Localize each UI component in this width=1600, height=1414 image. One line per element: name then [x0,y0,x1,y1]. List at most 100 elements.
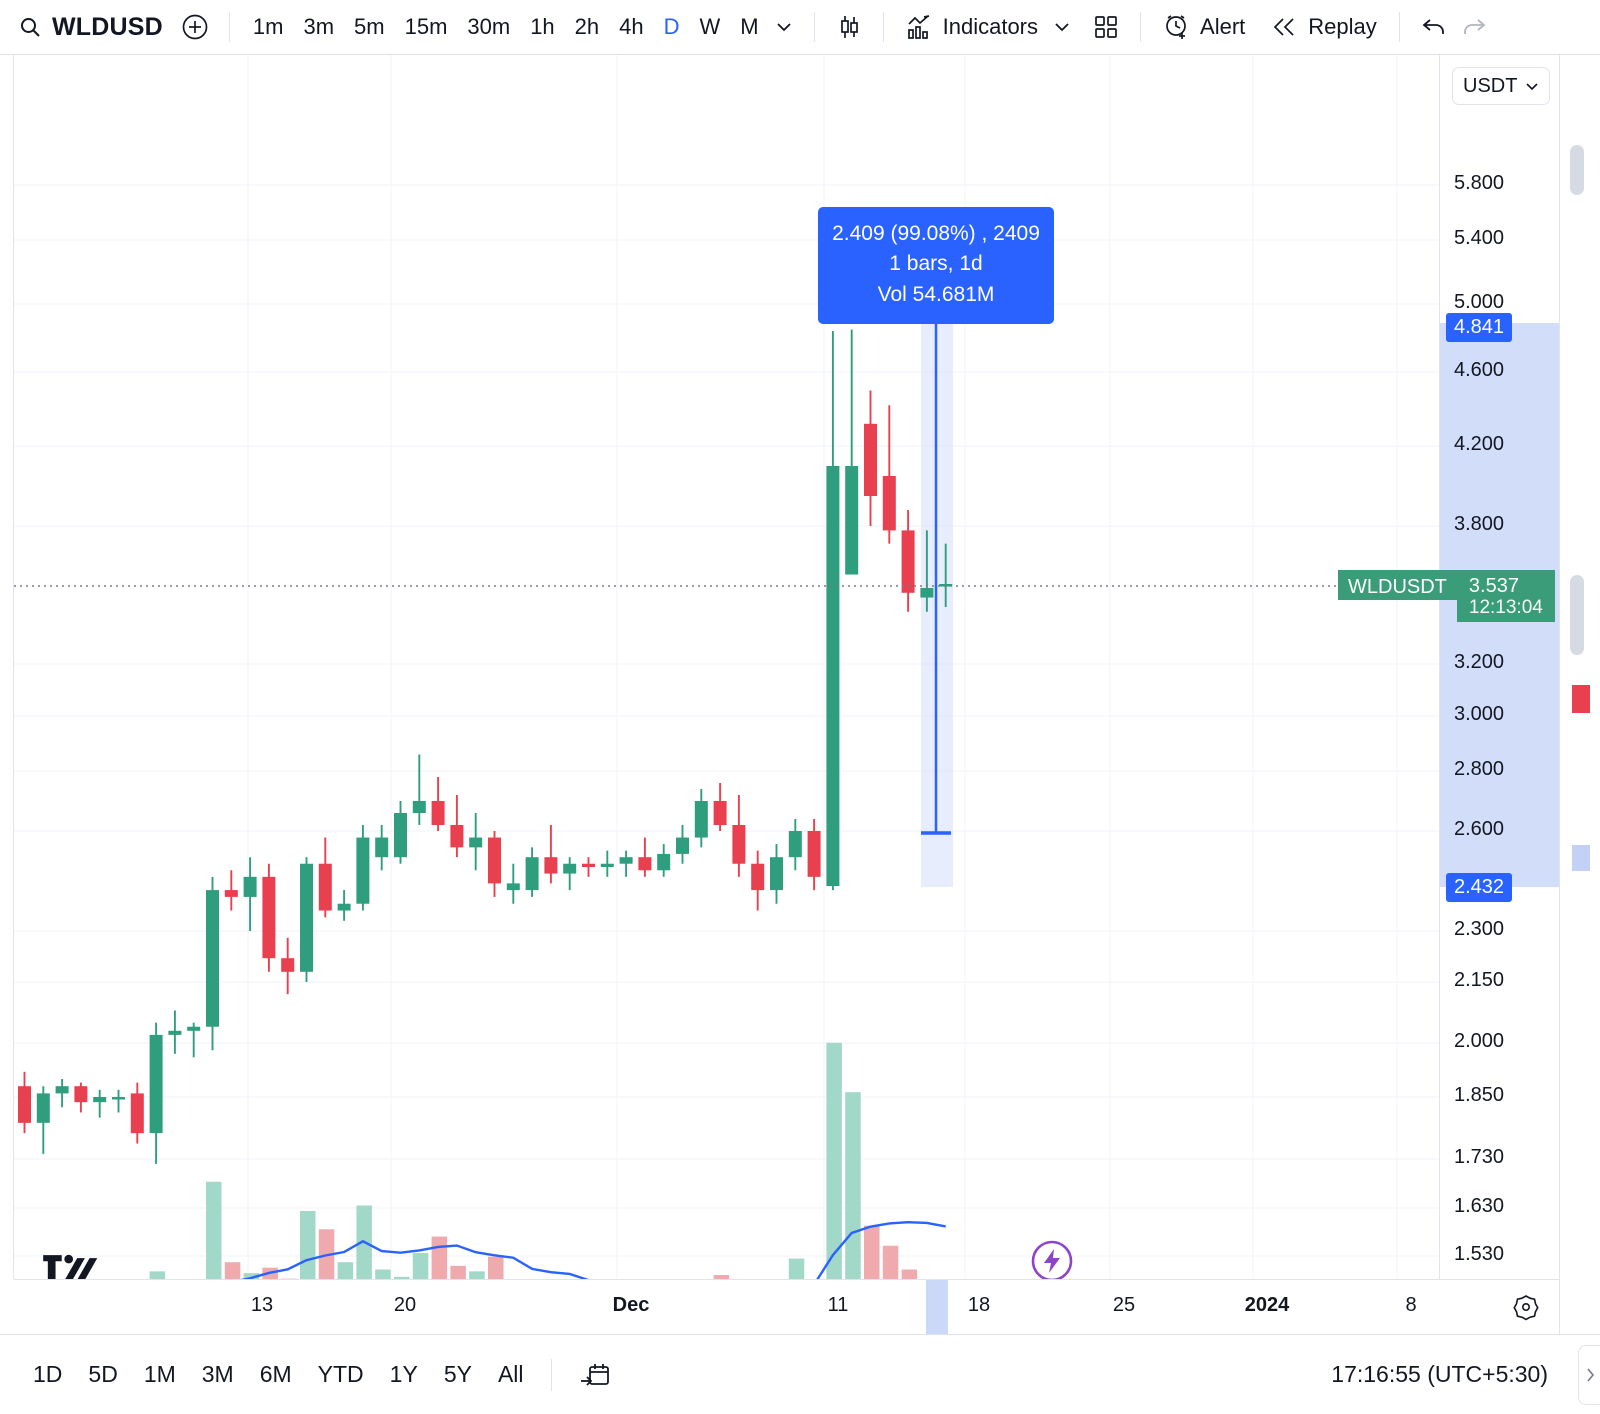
time-tick: Dec [612,1294,650,1316]
range-5D[interactable]: 5D [77,1355,128,1394]
price-tick: 5.000 [1454,291,1505,313]
indicators-chart-icon [906,13,934,41]
time-tick: 18 [967,1294,991,1316]
range-1Y[interactable]: 1Y [379,1355,429,1394]
timeframe-15m[interactable]: 15m [396,9,457,45]
price-tick: 4.600 [1454,359,1505,381]
time-tick: 11 [827,1294,849,1316]
time-tick: 2024 [1244,1294,1290,1316]
timeframe-M[interactable]: M [731,9,767,45]
grid-layout-icon[interactable] [1086,7,1126,47]
time-tick: 8 [1405,1294,1417,1316]
goto-date-icon[interactable] [568,1353,622,1397]
indicators-label: Indicators [942,14,1039,39]
timeframe-1h[interactable]: 1h [521,9,563,45]
price-series [18,329,953,1279]
range-3M[interactable]: 3M [191,1355,245,1394]
timeframe-group: 1m 3m 5m 15m 30m 1h 2h 4h D W M [244,9,768,45]
timeframe-W[interactable]: W [691,9,730,45]
price-tick: 1.850 [1454,1084,1505,1106]
last-price-badge: WLDUSDT 3.537 12:13:04 [1338,570,1555,622]
price-tick: 1.530 [1454,1243,1505,1265]
last-price-countdown: 12:13:04 [1468,597,1543,619]
replay-label: Replay [1308,14,1377,39]
price-tick: 5.800 [1454,172,1505,194]
range-5Y[interactable]: 5Y [433,1355,483,1394]
time-tick: 20 [393,1294,417,1316]
symbol-search[interactable]: WLDUSD [18,13,163,42]
lightning-bolt-icon[interactable] [1030,1239,1074,1279]
timeframe-1m[interactable]: 1m [244,9,293,45]
price-tick: 2.300 [1454,918,1505,940]
chevron-right-icon[interactable] [1578,1345,1600,1405]
plus-circle-icon[interactable] [175,7,215,47]
symbol-label: WLDUSD [52,12,163,41]
range-1D[interactable]: 1D [22,1355,73,1394]
right-scroll-strip[interactable] [1559,55,1600,1334]
chart-pane[interactable] [14,55,1439,1279]
bottom-bar: 1D 5D 1M 3M 6M YTD 1Y 5Y All 17:16:55 (UTC+5:30) [0,1334,1600,1414]
price-tick: 2.600 [1454,818,1505,840]
undo-arrow-icon[interactable] [1414,7,1454,47]
redo-arrow-icon[interactable] [1454,7,1494,47]
time-tick: 25 [1112,1294,1136,1316]
timeframe-4h[interactable]: 4h [610,9,652,45]
chevron-down-icon[interactable] [768,7,800,47]
price-tick: 4.200 [1454,433,1505,455]
last-price-symbol: WLDUSDT [1338,570,1457,600]
timeframe-D[interactable]: D [655,9,689,45]
bottom-divider [550,1358,552,1391]
toolbar-divider-2 [813,12,815,42]
timeframe-30m[interactable]: 30m [458,9,519,45]
price-tick: 2.000 [1454,1030,1505,1052]
tradingview-logo [43,1254,98,1279]
time-axis-selection-shade [926,1280,948,1335]
chevron-down-icon [1525,79,1539,93]
quote-unit-label: USDT [1463,74,1518,97]
time-tick: 13 [250,1294,274,1316]
last-price-value: 3.537 [1468,575,1519,597]
search-icon [18,15,42,39]
candlestick-icon[interactable] [829,7,869,47]
left-gutter [0,55,14,1279]
timeframe-2h[interactable]: 2h [566,9,608,45]
offscreen-marker-selection [1572,845,1590,871]
range-buttons: 1D 5D 1M 3M 6M YTD 1Y 5Y All [22,1355,535,1394]
price-tick: 5.400 [1454,227,1505,249]
scrollbar-thumb[interactable] [1570,145,1584,195]
timeframe-5m[interactable]: 5m [345,9,394,45]
range-All[interactable]: All [487,1355,535,1394]
measure-low-badge: 2.432 [1446,873,1513,902]
indicators-button[interactable]: Indicators [898,8,1046,46]
range-6M[interactable]: 6M [249,1355,303,1394]
toolbar-divider-1 [228,12,230,42]
replay-button[interactable]: Replay [1263,8,1384,46]
scrollbar-thumb-secondary[interactable] [1570,575,1584,655]
price-tick: 2.800 [1454,758,1505,780]
price-tick: 3.800 [1454,513,1505,535]
alarm-clock-plus-icon [1163,13,1191,41]
chart-area[interactable]: 2.409 (99.08%) , 2409 1 bars, 1d Vol 54.… [0,55,1600,1335]
rewind-icon [1271,13,1299,41]
measure-volume: Vol 54.681M [877,282,995,306]
price-tick: 1.630 [1454,1195,1505,1217]
quote-unit-select[interactable]: USDT [1452,67,1550,105]
toolbar-divider-4 [1140,12,1142,42]
timeframe-3m[interactable]: 3m [294,9,343,45]
chevron-down-icon[interactable] [1046,7,1078,47]
gear-icon[interactable] [1511,1292,1541,1322]
alert-button[interactable]: Alert [1155,8,1253,46]
time-axis[interactable]: 13 20 Dec 11 18 25 2024 8 [14,1279,1559,1335]
measure-high-badge: 4.841 [1446,313,1513,342]
last-price-line [14,585,1439,587]
price-tick: 1.730 [1454,1146,1505,1168]
measure-change: 2.409 (99.08%) , 2409 [832,222,1040,245]
range-1M[interactable]: 1M [133,1355,187,1394]
price-axis[interactable]: USDT 5.800 5.400 5.000 4.600 4.200 3.800 3.200… [1439,55,1560,1314]
toolbar-divider-5 [1398,12,1400,42]
clock-label: 17:16:55 (UTC+5:30) [1331,1361,1548,1387]
measure-arrow-icon [921,278,951,835]
range-YTD[interactable]: YTD [307,1355,375,1394]
measurement-tooltip: 2.409 (99.08%) , 2409 1 bars, 1d Vol 54.… [818,207,1054,325]
alert-label: Alert [1200,14,1246,39]
